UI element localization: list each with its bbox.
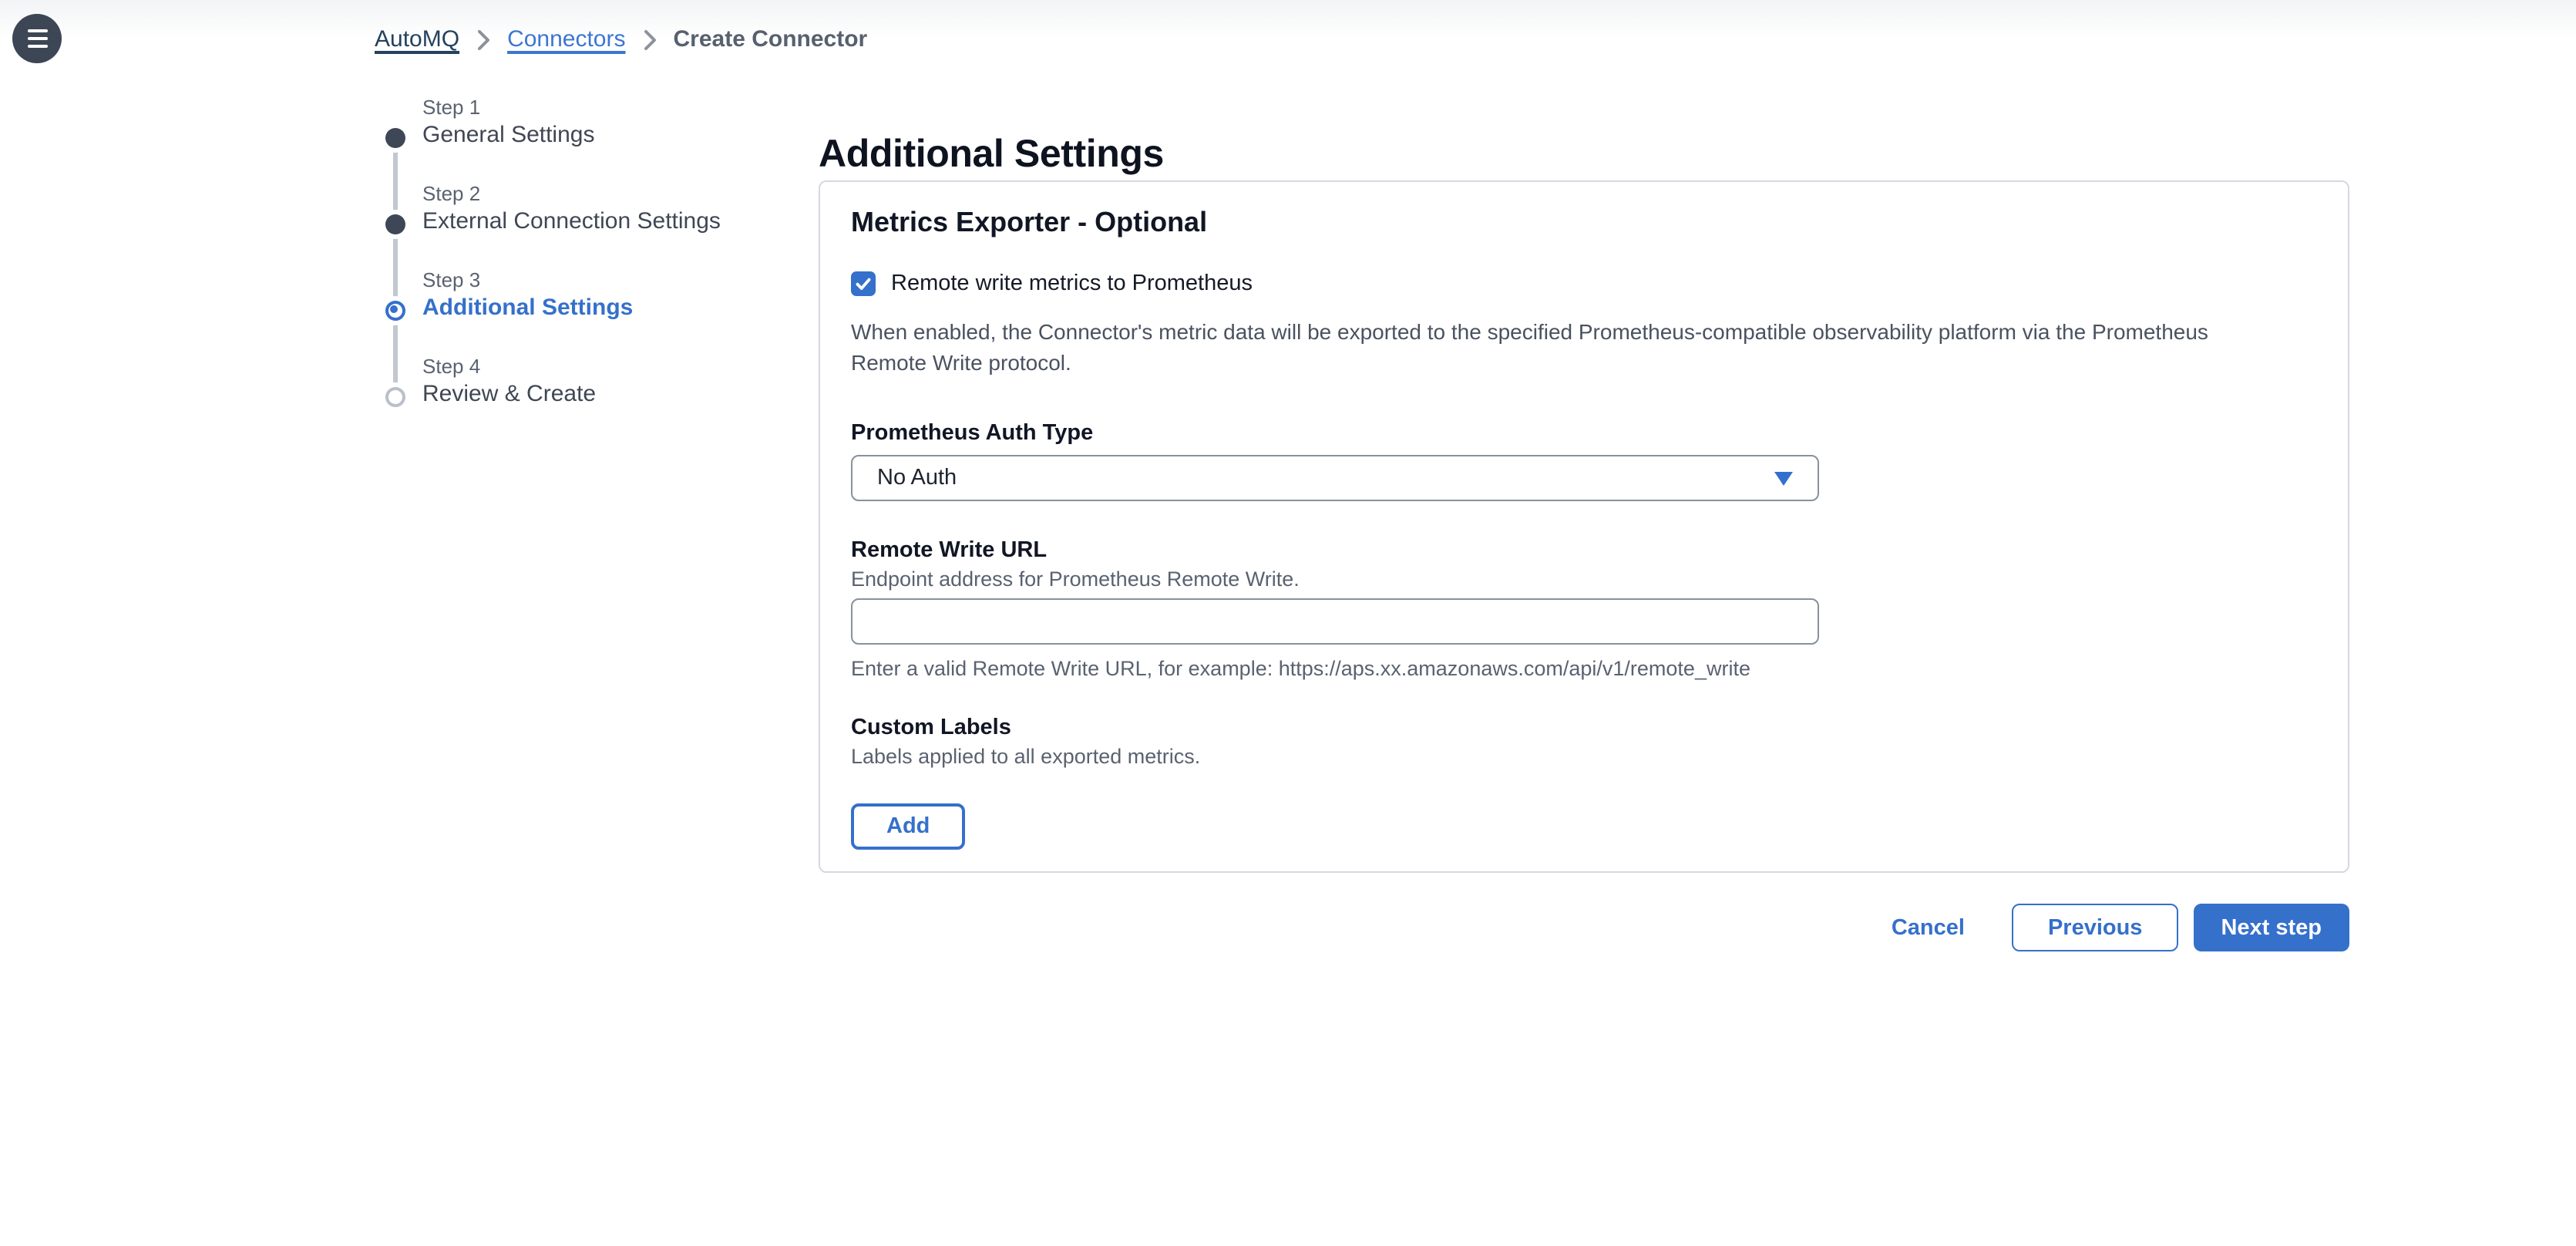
auth-type-select[interactable]: No Auth (851, 454, 1819, 500)
step-1-dot (385, 128, 405, 148)
step-name: General Settings (422, 120, 885, 151)
breadcrumb-link-connectors[interactable]: Connectors (507, 26, 625, 52)
stepper-connector-line (394, 137, 398, 396)
remote-write-checkbox-row: Remote write metrics to Prometheus (851, 271, 2317, 296)
custom-labels-label: Custom Labels (851, 713, 2317, 741)
card-title: Metrics Exporter - Optional (851, 207, 2317, 239)
remote-write-description: When enabled, the Connector's metric dat… (851, 316, 2269, 379)
step-name: Review & Create (422, 379, 885, 410)
step-label: Step 1 (422, 96, 885, 120)
stepper-item-additional-settings[interactable]: Step 3 Additional Settings (422, 268, 885, 324)
breadcrumb-current: Create Connector (674, 26, 868, 52)
stepper-item-general-settings[interactable]: Step 1 General Settings (422, 96, 885, 151)
step-4-dot (385, 387, 405, 407)
breadcrumb: AutoMQ Connectors Create Connector (375, 26, 867, 52)
cancel-button[interactable]: Cancel (1892, 915, 1965, 940)
breadcrumb-link-automq[interactable]: AutoMQ (375, 26, 459, 52)
remote-write-checkbox-label[interactable]: Remote write metrics to Prometheus (891, 271, 1253, 296)
page-title: Additional Settings (819, 133, 1164, 177)
check-icon (854, 274, 873, 293)
custom-labels-help: Labels applied to all exported metrics. (851, 743, 2317, 769)
remote-write-url-input[interactable] (851, 598, 1819, 644)
step-label: Step 2 (422, 182, 885, 207)
auth-type-selected-value: No Auth (877, 465, 957, 490)
step-name: Additional Settings (422, 293, 885, 324)
stepper-item-external-connection-settings[interactable]: Step 2 External Connection Settings (422, 182, 885, 237)
create-connector-page: AutoMQ Connectors Create Connector Step … (0, 0, 2576, 1246)
triangle-down-icon (1774, 471, 1793, 485)
remote-write-checkbox[interactable] (851, 271, 876, 296)
chevron-right-icon (476, 29, 490, 50)
step-label: Step 4 (422, 355, 885, 379)
hamburger-icon (27, 29, 47, 32)
step-3-dot (385, 301, 405, 321)
wizard-footer-actions: Cancel Previous Next step (819, 904, 2349, 951)
wizard-stepper: Step 1 General Settings Step 2 External … (385, 96, 894, 419)
previous-button[interactable]: Previous (2013, 904, 2178, 951)
add-label-button[interactable]: Add (851, 803, 965, 849)
step-name: External Connection Settings (422, 207, 885, 237)
remote-write-url-label: Remote Write URL (851, 536, 2317, 564)
chevron-right-icon (643, 29, 657, 50)
remote-write-url-hint: Enter a valid Remote Write URL, for exam… (851, 655, 2317, 681)
stepper-item-review-create[interactable]: Step 4 Review & Create (422, 355, 885, 410)
remote-write-url-help: Endpoint address for Prometheus Remote W… (851, 565, 2317, 591)
auth-type-label: Prometheus Auth Type (851, 419, 2317, 446)
next-step-button[interactable]: Next step (2193, 904, 2349, 951)
step-label: Step 3 (422, 268, 885, 293)
metrics-exporter-card: Metrics Exporter - Optional Remote write… (819, 180, 2349, 873)
step-2-dot (385, 214, 405, 234)
hamburger-menu-button[interactable] (12, 14, 62, 63)
